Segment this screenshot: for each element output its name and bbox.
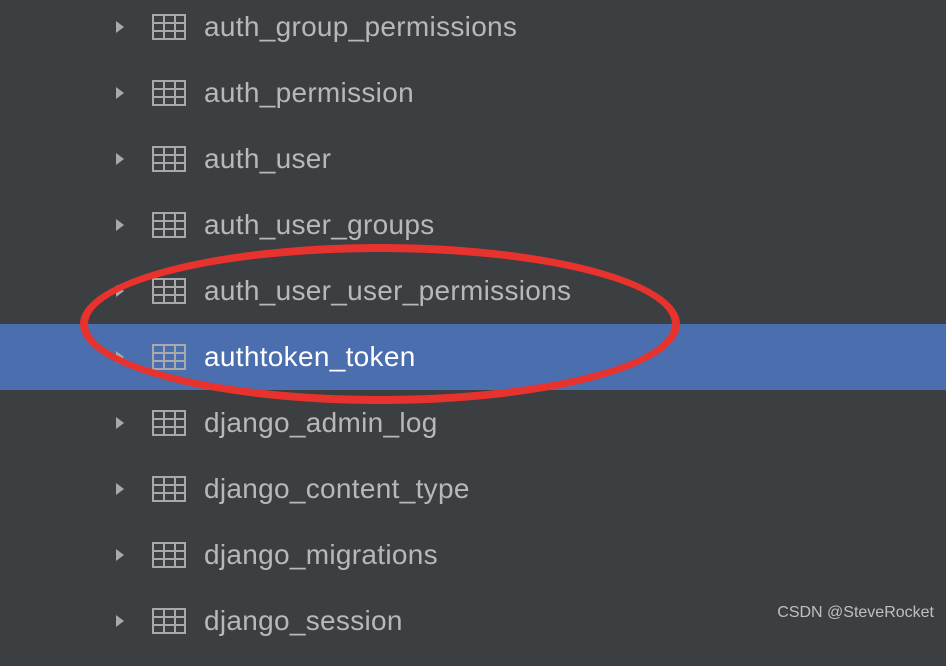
table-icon xyxy=(152,80,186,106)
tree-item-label: auth_user_user_permissions xyxy=(204,275,571,307)
tree-item-django-content-type[interactable]: django_content_type xyxy=(0,456,946,522)
tree-item-authtoken-token[interactable]: authtoken_token xyxy=(0,324,946,390)
watermark-text: CSDN @SteveRocket xyxy=(777,604,934,622)
tree-item-auth-user-user-permissions[interactable]: auth_user_user_permissions xyxy=(0,258,946,324)
tree-item-label: django_migrations xyxy=(204,539,438,571)
table-icon xyxy=(152,410,186,436)
table-icon xyxy=(152,14,186,40)
table-icon xyxy=(152,608,186,634)
table-icon xyxy=(152,146,186,172)
expand-right-icon[interactable] xyxy=(110,611,130,631)
expand-right-icon[interactable] xyxy=(110,17,130,37)
tree-item-label: auth_group_permissions xyxy=(204,11,517,43)
tree-item-django-migrations[interactable]: django_migrations xyxy=(0,522,946,588)
tree-item-label: django_content_type xyxy=(204,473,470,505)
tree-item-label: django_session xyxy=(204,605,403,637)
tree-item-label: authtoken_token xyxy=(204,341,416,373)
expand-right-icon[interactable] xyxy=(110,83,130,103)
tree-item-label: django_admin_log xyxy=(204,407,438,439)
table-icon xyxy=(152,278,186,304)
table-icon xyxy=(152,542,186,568)
expand-right-icon[interactable] xyxy=(110,281,130,301)
expand-right-icon[interactable] xyxy=(110,413,130,433)
table-icon xyxy=(152,212,186,238)
tree-item-auth-permission[interactable]: auth_permission xyxy=(0,60,946,126)
table-icon xyxy=(152,344,186,370)
tree-item-auth-user-groups[interactable]: auth_user_groups xyxy=(0,192,946,258)
tree-item-label: auth_permission xyxy=(204,77,414,109)
database-table-tree: auth_group auth_group_permissions xyxy=(0,0,946,654)
tree-item-django-admin-log[interactable]: django_admin_log xyxy=(0,390,946,456)
tree-item-label: auth_user_groups xyxy=(204,209,435,241)
expand-right-icon[interactable] xyxy=(110,215,130,235)
tree-item-auth-group-permissions[interactable]: auth_group_permissions xyxy=(0,0,946,60)
expand-right-icon[interactable] xyxy=(110,347,130,367)
table-icon xyxy=(152,476,186,502)
expand-right-icon[interactable] xyxy=(110,479,130,499)
expand-right-icon[interactable] xyxy=(110,149,130,169)
tree-item-auth-user[interactable]: auth_user xyxy=(0,126,946,192)
tree-item-label: auth_user xyxy=(204,143,331,175)
expand-right-icon[interactable] xyxy=(110,545,130,565)
